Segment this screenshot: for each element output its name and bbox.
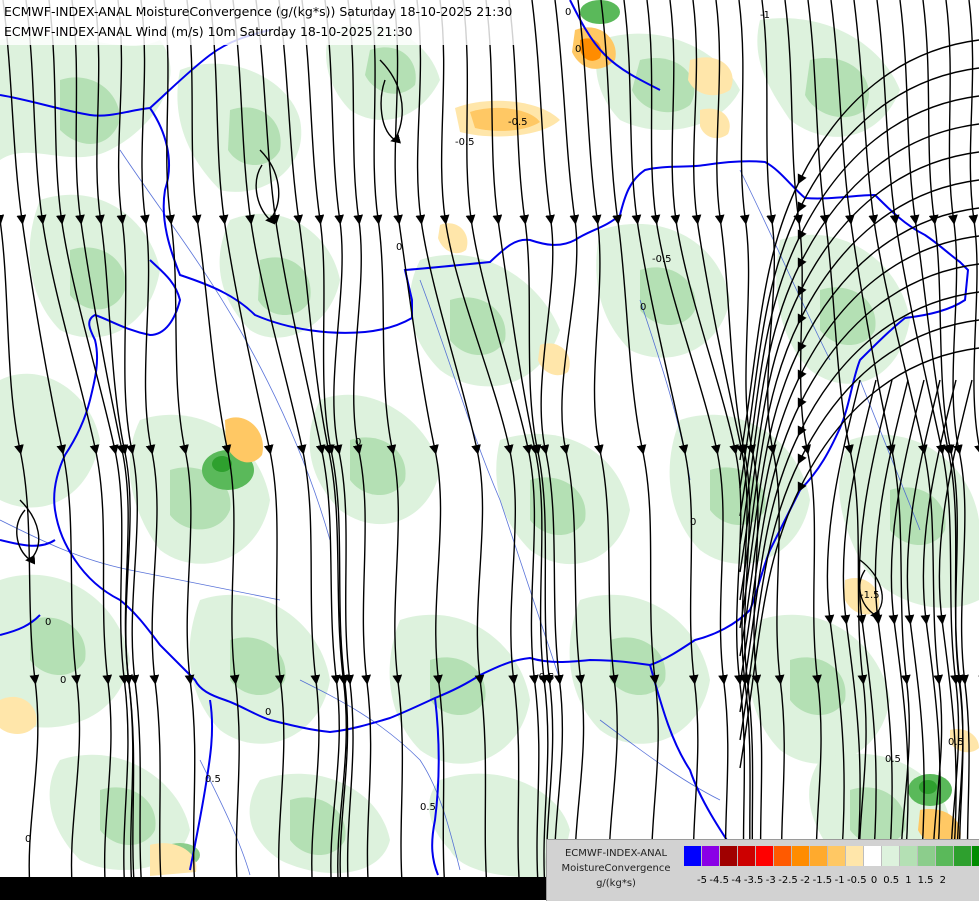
- contour-label: 0: [565, 7, 571, 18]
- legend-tick-label: -4.5: [709, 875, 729, 886]
- legend-swatch: [882, 846, 900, 866]
- weather-map: 000000000.50.50.5-0.5-0.5-1.5-0.5-10-0.5…: [0, 0, 979, 900]
- contour-label: 0.5: [205, 774, 221, 785]
- legend-swatch: [864, 846, 882, 866]
- legend-tick-label: -0.5: [847, 875, 867, 886]
- legend-tick-label: -3: [765, 875, 776, 886]
- contour-label: -0.5: [535, 672, 555, 683]
- legend-tick-label: -1: [834, 875, 845, 886]
- legend-tick-label: 1: [905, 875, 912, 886]
- legend-parameter-name: MoistureConvergence: [561, 863, 671, 874]
- legend-model-name: ECMWF-INDEX-ANAL: [564, 848, 668, 859]
- contour-label: 0: [25, 834, 31, 845]
- contour-label: 0.5: [885, 754, 901, 765]
- legend-tick-label: -1.5: [812, 875, 833, 886]
- contour-label: -0.5: [652, 254, 672, 265]
- legend-tick-label: -4: [731, 875, 742, 886]
- contour-label: 0: [640, 302, 646, 313]
- legend-tick-label: -3.5: [743, 875, 764, 886]
- legend-swatch: [900, 846, 918, 866]
- legend-tick-label: 0: [870, 875, 878, 886]
- legend-units: g/(kg*s): [596, 878, 636, 889]
- legend-swatch: [918, 846, 936, 866]
- legend-tick-label: 1.5: [917, 875, 934, 886]
- legend-swatch: [756, 846, 774, 866]
- legend-swatch: [720, 846, 738, 866]
- contour-label: 0: [265, 707, 271, 718]
- legend-swatch: [738, 846, 756, 866]
- legend-swatch: [774, 846, 792, 866]
- legend-tick-label: 2: [939, 875, 946, 886]
- contour-label: 0: [355, 437, 361, 448]
- legend-tick-labels: -5 -4.5 -4 -3.5 -3 -2.5 -2 -1.5 -1 -0.5 0 0.5 1 1.5 2: [684, 875, 979, 889]
- legend-tick-label: -2.5: [778, 875, 798, 886]
- contour-label: 0: [690, 517, 696, 528]
- legend-tick-label: -2: [800, 875, 811, 886]
- legend-swatch: [954, 846, 972, 866]
- contour-label: -0.5: [508, 117, 528, 128]
- legend-swatch: [702, 846, 720, 866]
- contour-label: 0: [45, 617, 51, 628]
- legend-swatch: [684, 846, 702, 866]
- legend-swatch: [810, 846, 828, 866]
- legend-color-scale: [684, 846, 979, 866]
- legend-swatch: [792, 846, 810, 866]
- contour-label: 0: [60, 675, 66, 686]
- contour-label: -1: [760, 10, 770, 21]
- legend-tick-label: -5: [697, 875, 707, 886]
- contour-label: -1.5: [860, 590, 880, 601]
- legend-swatch: [828, 846, 846, 866]
- contour-label: 0.5: [420, 802, 436, 813]
- contour-label: -0.5: [455, 137, 475, 148]
- legend-swatch: [936, 846, 954, 866]
- contour-label: 0.5: [948, 737, 964, 748]
- legend-tick-label: 0.5: [883, 875, 900, 886]
- legend-swatch: [972, 846, 979, 866]
- map-title-wind: ECMWF-INDEX-ANAL Wind (m/s) 10m Saturday…: [4, 24, 413, 39]
- legend-swatch: [846, 846, 864, 866]
- color-legend: ECMWF-INDEX-ANAL MoistureConvergence g/(…: [546, 839, 979, 901]
- contour-label: 0: [396, 242, 402, 253]
- map-title-moisture: ECMWF-INDEX-ANAL MoistureConvergence (g/…: [4, 4, 513, 19]
- contour-label: 0: [575, 44, 581, 55]
- legend-label: ECMWF-INDEX-ANAL MoistureConvergence g/(…: [551, 846, 681, 891]
- map-title-box: ECMWF-INDEX-ANAL MoistureConvergence (g/…: [0, 0, 519, 45]
